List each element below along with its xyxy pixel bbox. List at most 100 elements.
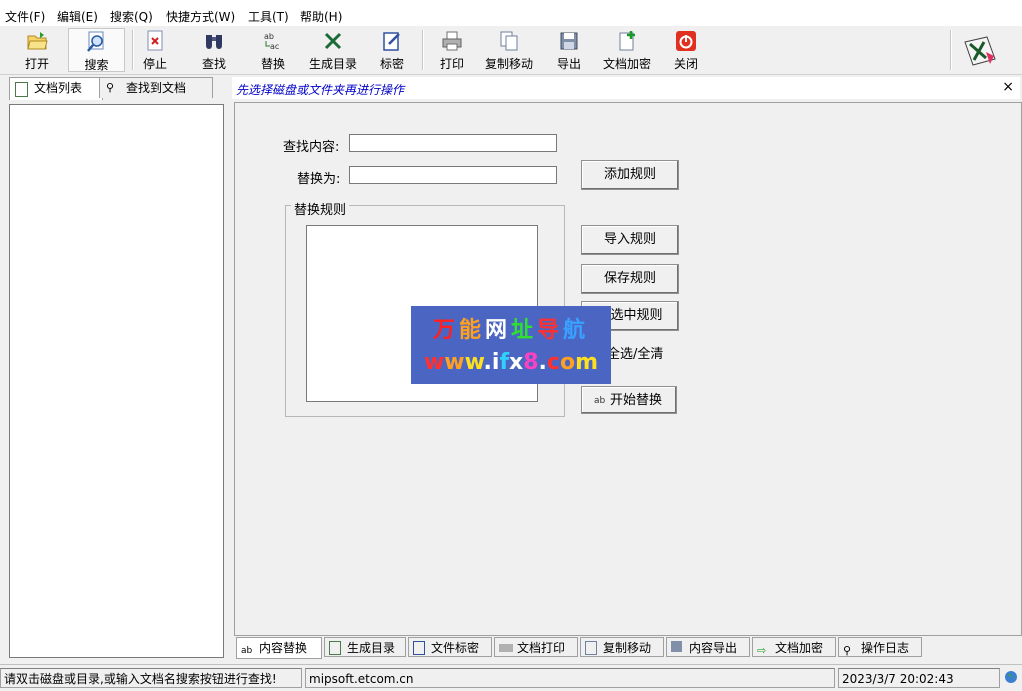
tab-found-documents-label: 查找到文档	[126, 81, 187, 95]
watermark-char: c	[546, 350, 560, 375]
tab-content-replace[interactable]: ab 内容替换	[236, 637, 322, 659]
excel-doc-icon	[329, 641, 341, 655]
watermark-char: .	[538, 350, 547, 375]
select-all-toggle[interactable]: 全选/全清	[607, 343, 663, 362]
printer-icon	[442, 31, 462, 51]
stop-button[interactable]: 停止	[135, 28, 175, 72]
menu-tools[interactable]: 工具(T)	[248, 8, 289, 25]
tab-content-replace-label: 内容替换	[259, 641, 308, 655]
save-rules-button[interactable]: 保存规则	[581, 264, 679, 294]
tab-operation-log-label: 操作日志	[861, 641, 910, 655]
add-rule-button[interactable]: 添加规则	[581, 160, 679, 190]
open-button[interactable]: 打开	[14, 28, 60, 72]
tab-operation-log[interactable]: ⚲ 操作日志	[838, 637, 922, 657]
excel-x-icon	[324, 32, 342, 50]
encrypt-label: 文档加密	[602, 57, 651, 71]
menu-help[interactable]: 帮助(H)	[300, 8, 342, 25]
tab-document-encrypt-label: 文档加密	[775, 641, 824, 655]
status-datetime: 2023/3/7 20:02:43	[838, 668, 1000, 688]
magnifier-icon	[86, 31, 103, 52]
status-hint: 请双击磁盘或目录,或输入文档名搜索按钮进行查找!	[0, 668, 302, 688]
replace-abc-icon: ab	[241, 646, 253, 656]
menu-shortcuts[interactable]: 快捷方式(W)	[166, 8, 235, 25]
watermark-char: w	[423, 350, 445, 375]
watermark-char: f	[499, 350, 510, 375]
arrow-icon: ⇨	[757, 644, 767, 657]
globe-icon	[1005, 671, 1017, 683]
replace-with-input[interactable]	[349, 166, 557, 184]
menu-search[interactable]: 搜索(Q)	[110, 8, 153, 25]
close-button[interactable]: 关闭	[666, 28, 706, 72]
tag-button[interactable]: 标密	[372, 28, 412, 72]
tag-label: 标密	[379, 57, 404, 71]
toc-label: 生成目录	[308, 57, 357, 71]
watermark-char: w	[464, 350, 484, 375]
watermark-banner: 万能网址导航 www.ifx8.com	[411, 306, 611, 384]
printer-icon	[499, 644, 513, 652]
watermark-char: 能	[458, 318, 485, 343]
tab-document-list[interactable]: 文档列表	[9, 77, 103, 100]
tab-document-encrypt[interactable]: ⇨ 文档加密	[752, 637, 836, 657]
watermark-char: 导	[537, 318, 564, 343]
find-label: 查找	[201, 57, 226, 71]
watermark-char: 8	[523, 350, 539, 375]
watermark-char: o	[559, 350, 576, 375]
replace-abc-icon: abac	[264, 32, 279, 51]
excel-doc-icon	[15, 82, 28, 97]
encrypt-button[interactable]: 文档加密	[598, 28, 656, 72]
print-button[interactable]: 打印	[432, 28, 472, 72]
copy-documents-icon	[585, 641, 597, 655]
start-replace-label: 开始替换	[609, 393, 662, 408]
power-icon	[676, 31, 696, 51]
tab-file-tag[interactable]: 文件标密	[408, 637, 492, 657]
tab-found-documents[interactable]: ⚲ 查找到文档	[99, 77, 213, 98]
svg-text:ac: ac	[270, 42, 279, 51]
document-tree[interactable]	[9, 104, 224, 658]
search-label: 搜索	[84, 58, 109, 72]
find-button[interactable]: 查找	[194, 28, 234, 72]
close-panel-button[interactable]: ×	[1002, 79, 1014, 95]
search-button[interactable]: 搜索	[68, 28, 125, 72]
tab-content-export-label: 内容导出	[689, 641, 738, 655]
rules-group-title: 替换规则	[291, 199, 350, 218]
copymove-button[interactable]: 复制移动	[481, 28, 537, 72]
watermark-char: 址	[511, 318, 538, 343]
copy-documents-icon	[500, 31, 518, 51]
document-plus-icon	[619, 31, 635, 51]
menu-bar: 文件(F) 编辑(E) 搜索(Q) 快捷方式(W) 工具(T) 帮助(H)	[0, 0, 1022, 26]
toc-button[interactable]: 生成目录	[305, 28, 361, 72]
watermark-char: 网	[484, 318, 511, 343]
secret-tag-icon	[383, 32, 400, 51]
tab-copy-move[interactable]: 复制移动	[580, 637, 664, 657]
replace-label: 替换	[260, 57, 285, 71]
stop-icon	[147, 30, 163, 51]
export-label: 导出	[556, 57, 581, 71]
watermark-title: 万能网址导航	[411, 312, 611, 344]
replace-abc-icon: ab	[594, 396, 606, 406]
tab-copy-move-label: 复制移动	[603, 641, 652, 655]
tab-generate-toc-label: 生成目录	[347, 641, 396, 655]
watermark-url: www.ifx8.com	[411, 350, 611, 375]
export-button[interactable]: 导出	[549, 28, 589, 72]
tab-document-print-label: 文档打印	[517, 641, 566, 655]
replace-with-label: 替换为:	[297, 172, 341, 187]
tab-file-tag-label: 文件标密	[431, 641, 480, 655]
start-replace-button[interactable]: ab 开始替换	[581, 386, 677, 414]
stop-label: 停止	[142, 57, 167, 71]
tab-generate-toc[interactable]: 生成目录	[324, 637, 406, 657]
save-disk-icon	[671, 641, 682, 652]
find-content-input[interactable]	[349, 134, 557, 152]
toolbar: 打开 搜索 停止 查找 ab ac 替换 生成目录 标密 打印 复制移动 导出 文…	[0, 26, 1022, 75]
replace-button[interactable]: ab ac 替换	[253, 28, 293, 72]
status-site: mipsoft.etcom.cn	[305, 668, 835, 688]
watermark-char: 航	[563, 318, 590, 343]
save-disk-icon	[560, 32, 578, 50]
binoculars-icon	[206, 35, 222, 49]
import-rules-button[interactable]: 导入规则	[581, 225, 679, 255]
tab-document-print[interactable]: 文档打印	[494, 637, 578, 657]
open-label: 打开	[24, 57, 49, 71]
menu-edit[interactable]: 编辑(E)	[57, 8, 98, 25]
secret-tag-icon	[413, 641, 425, 655]
tab-content-export[interactable]: 内容导出	[666, 637, 750, 657]
menu-file[interactable]: 文件(F)	[5, 8, 45, 25]
